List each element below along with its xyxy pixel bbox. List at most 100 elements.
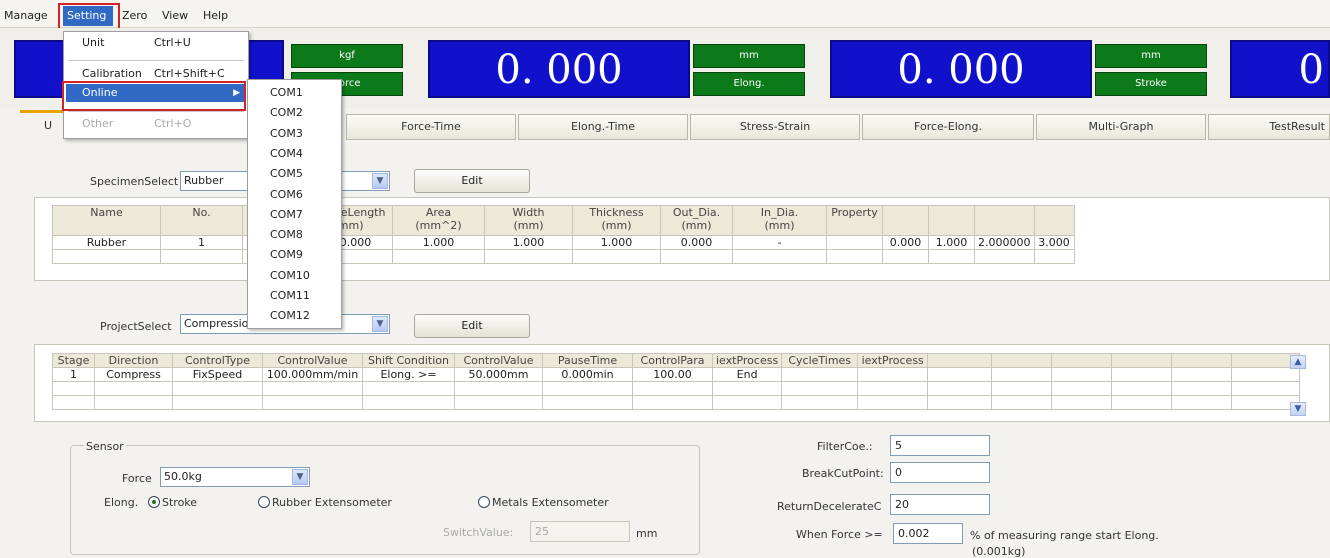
specimen-cell[interactable]: 1.000 <box>392 235 485 250</box>
com-port-item[interactable]: COM6 <box>270 186 363 204</box>
com-port-item[interactable]: COM9 <box>270 246 363 264</box>
project-cell[interactable] <box>1051 367 1113 382</box>
project-cell[interactable] <box>991 367 1053 382</box>
project-cell[interactable] <box>1111 367 1173 382</box>
project-cell[interactable]: 1 <box>52 367 95 382</box>
project-edit-button[interactable]: Edit <box>414 314 530 338</box>
project-cell[interactable] <box>362 395 455 410</box>
com-port-item[interactable]: COM4 <box>270 145 363 163</box>
force-sensor-select[interactable]: 50.0kg ▼ <box>160 467 310 487</box>
project-cell[interactable] <box>1231 381 1301 396</box>
project-cell[interactable] <box>172 395 263 410</box>
project-cell[interactable] <box>362 381 455 396</box>
project-cell[interactable]: End <box>711 367 783 382</box>
project-cell[interactable] <box>52 395 95 410</box>
specimen-cell[interactable]: 1 <box>160 235 243 250</box>
project-cell[interactable] <box>781 381 859 396</box>
project-cell[interactable] <box>1051 395 1113 410</box>
com-port-item[interactable]: COM12 <box>270 307 363 325</box>
project-cell[interactable] <box>262 381 363 396</box>
com-port-item[interactable]: COM11 <box>270 287 363 305</box>
chevron-down-icon[interactable]: ▼ <box>372 316 388 332</box>
specimen-cell[interactable] <box>826 249 883 264</box>
project-cell[interactable] <box>1111 381 1173 396</box>
project-cell[interactable] <box>94 395 173 410</box>
specimen-cell[interactable]: - <box>732 235 827 250</box>
project-cell[interactable] <box>991 395 1053 410</box>
project-cell[interactable] <box>991 381 1053 396</box>
com-port-item[interactable]: COM3 <box>270 125 363 143</box>
specimen-cell[interactable]: 1.000 <box>572 235 661 250</box>
project-cell[interactable] <box>711 381 783 396</box>
radio-metals-extensometer[interactable]: Metals Extensometer <box>478 496 609 509</box>
scroll-up-button[interactable]: ▲ <box>1290 355 1306 369</box>
menu-item-other[interactable]: Other Ctrl+O <box>64 115 248 133</box>
project-cell[interactable] <box>1051 381 1113 396</box>
specimen-cell[interactable] <box>1033 249 1075 264</box>
project-cell[interactable]: Compress <box>94 367 173 382</box>
specimen-cell[interactable] <box>928 249 975 264</box>
tab-force-elong[interactable]: Force-Elong. <box>862 114 1034 140</box>
project-cell[interactable]: 0.000min <box>542 367 633 382</box>
com-port-item[interactable]: COM2 <box>270 104 363 122</box>
project-cell[interactable]: FixSpeed <box>172 367 263 382</box>
specimen-cell[interactable]: 1.000 <box>928 235 975 250</box>
tab-elong-time[interactable]: Elong.-Time <box>518 114 688 140</box>
scroll-down-button[interactable]: ▼ <box>1290 402 1306 416</box>
specimen-cell[interactable] <box>882 249 929 264</box>
chevron-down-icon[interactable]: ▼ <box>372 173 388 189</box>
project-cell[interactable] <box>454 381 543 396</box>
project-cell[interactable] <box>454 395 543 410</box>
tab-multi-graph[interactable]: Multi-Graph <box>1036 114 1206 140</box>
project-cell[interactable] <box>632 395 713 410</box>
specimen-cell[interactable] <box>974 249 1035 264</box>
specimen-cell[interactable] <box>484 249 573 264</box>
specimen-cell[interactable]: 1.000 <box>484 235 573 250</box>
project-cell[interactable] <box>172 381 263 396</box>
project-cell[interactable] <box>927 395 993 410</box>
com-port-item[interactable]: COM8 <box>270 226 363 244</box>
specimen-cell[interactable] <box>660 249 733 264</box>
com-port-item[interactable]: COM5 <box>270 165 363 183</box>
project-cell[interactable] <box>1111 395 1173 410</box>
filter-coe-input[interactable]: 5 <box>890 435 990 456</box>
return-decelerate-input[interactable]: 20 <box>890 494 990 515</box>
project-cell[interactable] <box>927 381 993 396</box>
specimen-cell[interactable] <box>52 249 161 264</box>
project-cell[interactable] <box>1171 381 1233 396</box>
radio-stroke[interactable]: Stroke <box>148 496 197 509</box>
com-port-item[interactable]: COM10 <box>270 267 363 285</box>
when-force-input[interactable]: 0.002 <box>893 523 963 544</box>
menu-item-unit[interactable]: Unit Ctrl+U <box>64 34 248 52</box>
project-cell[interactable] <box>781 395 859 410</box>
project-cell[interactable] <box>262 395 363 410</box>
chevron-down-icon[interactable]: ▼ <box>292 469 308 485</box>
tab-force-time[interactable]: Force-Time <box>346 114 516 140</box>
specimen-cell[interactable] <box>160 249 243 264</box>
specimen-cell[interactable] <box>572 249 661 264</box>
menu-zero[interactable]: Zero <box>122 9 147 22</box>
tab-test-result[interactable]: TestResult <box>1208 114 1330 140</box>
project-cell[interactable] <box>52 381 95 396</box>
com-port-item[interactable]: COM7 <box>270 206 363 224</box>
project-cell[interactable] <box>857 395 929 410</box>
specimen-cell[interactable]: 0.000 <box>660 235 733 250</box>
specimen-cell[interactable] <box>826 235 883 250</box>
tab-u[interactable]: U <box>40 114 56 140</box>
specimen-cell[interactable] <box>392 249 485 264</box>
specimen-edit-button[interactable]: Edit <box>414 169 530 193</box>
project-cell[interactable] <box>632 381 713 396</box>
project-cell[interactable] <box>542 395 633 410</box>
project-cell[interactable] <box>1171 395 1233 410</box>
project-cell[interactable] <box>857 381 929 396</box>
project-cell[interactable]: Elong. >= <box>362 367 455 382</box>
specimen-cell[interactable]: Rubber <box>52 235 161 250</box>
specimen-cell[interactable]: 3.000 <box>1033 235 1075 250</box>
menu-help[interactable]: Help <box>203 9 228 22</box>
menu-manage[interactable]: Manage <box>4 9 48 22</box>
specimen-cell[interactable] <box>732 249 827 264</box>
specimen-cell[interactable]: 0.000 <box>882 235 929 250</box>
project-cell[interactable]: 50.000mm <box>454 367 543 382</box>
project-cell[interactable] <box>781 367 859 382</box>
project-cell[interactable]: 100.000mm/min <box>262 367 363 382</box>
